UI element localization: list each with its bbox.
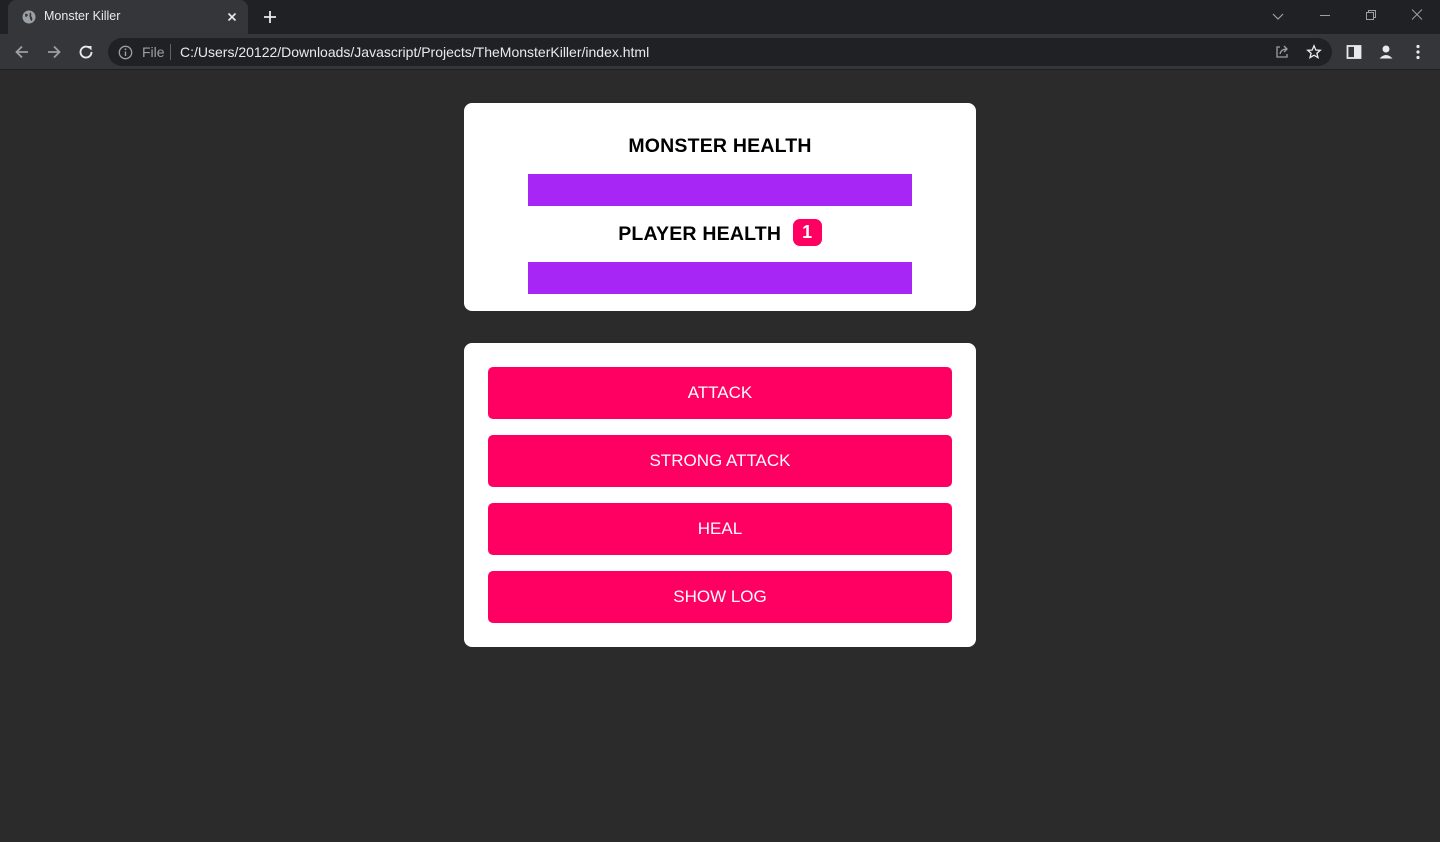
omnibox-divider [170,44,171,60]
sidebar-icon[interactable] [1344,42,1364,62]
info-icon[interactable] [118,45,133,60]
url-text[interactable]: C:/Users/20122/Downloads/Javascript/Proj… [180,44,649,60]
bonus-life-badge: 1 [792,219,822,247]
restore-icon[interactable] [1361,6,1381,26]
reload-icon[interactable] [76,42,96,62]
monster-health-bar [528,174,912,206]
monster-health-title: MONSTER HEALTH [628,135,812,157]
file-label: File [142,44,165,60]
monster-health-fill [528,174,912,206]
tab-title: Monster Killer [44,9,121,23]
browser-toolbar: File C:/Users/20122/Downloads/Javascript… [0,34,1440,70]
kebab-menu-icon[interactable] [1408,42,1428,62]
show-log-button[interactable]: SHOW LOG [488,571,952,623]
attack-button[interactable]: ATTACK [488,367,952,419]
player-health-bar [528,262,912,294]
profile-icon[interactable] [1376,42,1396,62]
star-icon[interactable] [1306,44,1322,60]
chevron-down-icon[interactable] [1268,6,1288,26]
back-arrow-icon[interactable] [12,42,32,62]
player-health-title: PLAYER HEALTH 1 [464,219,976,247]
tab-strip: Monster Killer [0,0,1440,34]
player-health-label: PLAYER HEALTH [618,223,782,245]
controls-card: ATTACK STRONG ATTACK HEAL SHOW LOG [464,343,976,647]
player-health-fill [528,262,912,294]
browser-tab[interactable]: Monster Killer [8,0,248,34]
address-bar[interactable]: File C:/Users/20122/Downloads/Javascript… [108,38,1332,66]
close-window-icon[interactable] [1407,6,1427,26]
close-icon[interactable] [224,9,240,25]
plus-icon[interactable] [261,8,279,26]
share-icon[interactable] [1274,44,1290,60]
forward-arrow-icon[interactable] [44,42,64,62]
globe-icon [22,10,36,24]
strong-attack-button[interactable]: STRONG ATTACK [488,435,952,487]
minimize-icon[interactable] [1315,6,1335,26]
health-levels-card: MONSTER HEALTH PLAYER HEALTH 1 [464,103,976,311]
heal-button[interactable]: HEAL [488,503,952,555]
